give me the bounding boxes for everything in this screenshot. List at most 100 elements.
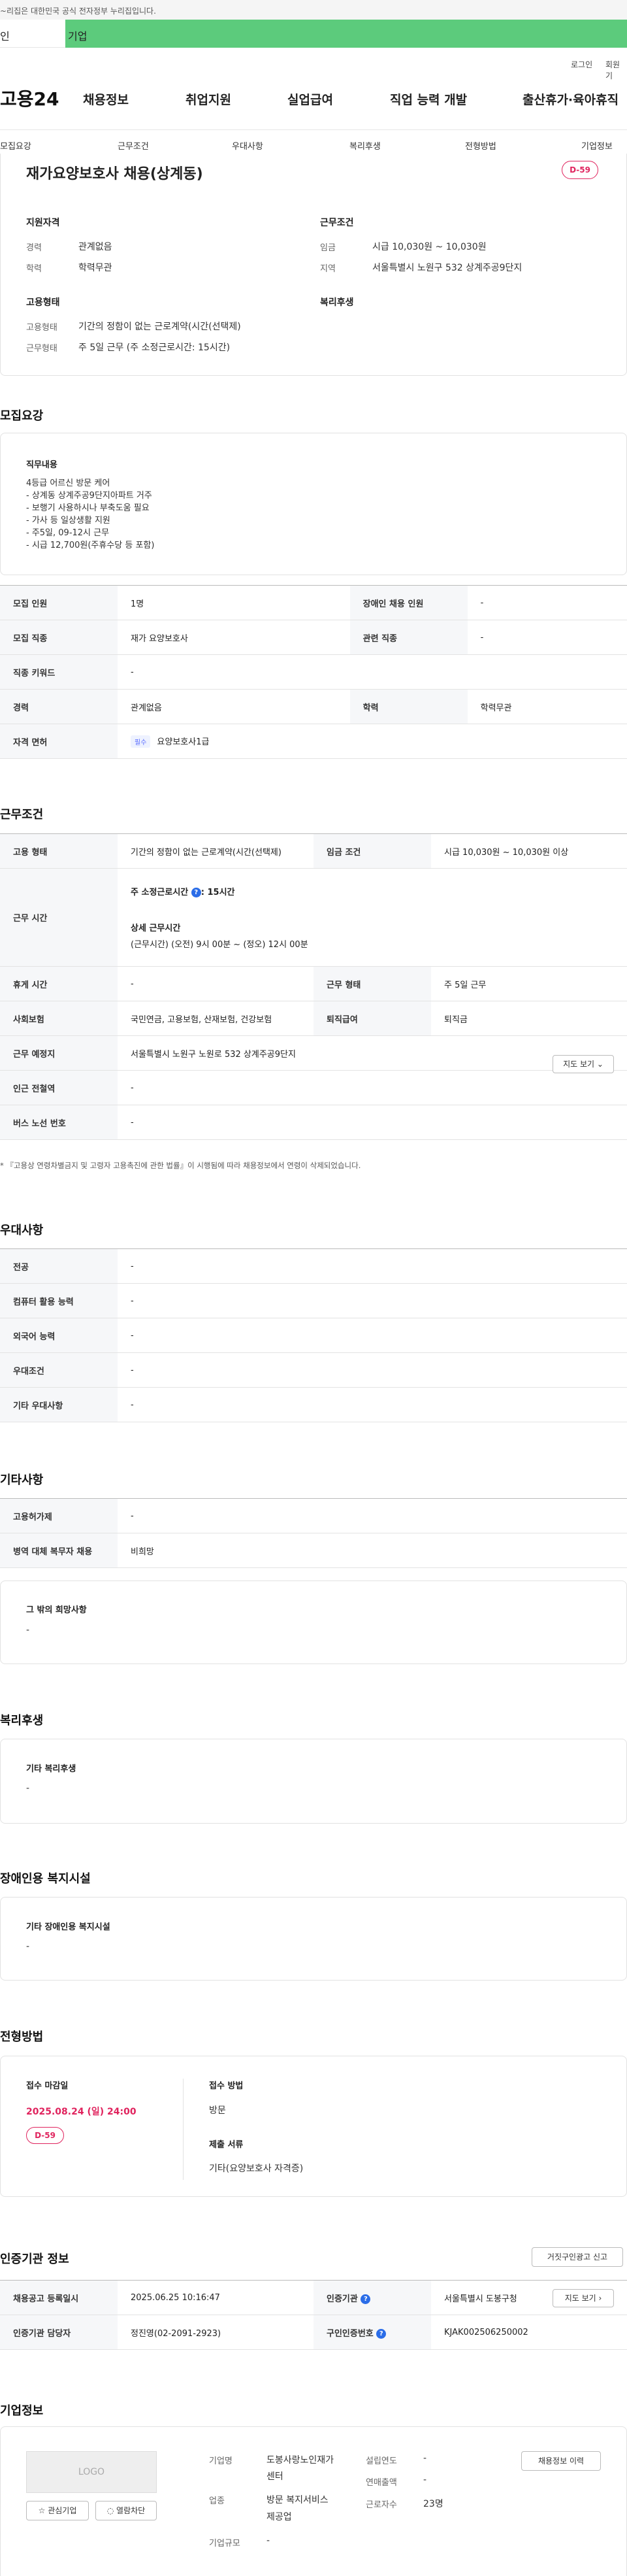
selection-card [0, 2056, 627, 2197]
cert-map-button[interactable]: 지도 보기 › [553, 2289, 614, 2307]
site-logo[interactable]: 고용24 [0, 85, 59, 111]
cell-value: 시급 10,030원 ~ 10,030원 이상 [431, 833, 627, 869]
snb-selection[interactable]: 전형방법 [465, 139, 496, 152]
emp-label: 고용형태 [26, 323, 57, 333]
cell-header: 자격 면허 [0, 724, 118, 759]
cell-header: 모집 직종 [0, 620, 118, 655]
cell-value: - [467, 585, 627, 620]
gnb-parental-leave[interactable]: 출산휴가·육아휴직 [522, 90, 619, 108]
block-view-button[interactable]: ◌ 열람차단 [95, 2501, 157, 2520]
deadline-dday-badge: D-59 [26, 2127, 64, 2144]
company-name-line2: 센터 [266, 2471, 283, 2482]
gnb-unemployment[interactable]: 실업급여 [287, 90, 333, 108]
login-link[interactable]: 로그인 [571, 59, 592, 70]
cell-value: - [118, 1387, 627, 1422]
age-notice: * 『고용상 연령차별금지 및 고령자 고용촉진에 관한 법률』이 시행됨에 따… [0, 1161, 361, 1170]
divider [183, 2079, 184, 2180]
table-row: 전공 - [0, 1248, 627, 1284]
job-history-button[interactable]: 채용정보 이력 [521, 2451, 601, 2471]
table-row: 인근 전철역 - [0, 1070, 627, 1105]
duty-lines: 4등급 어르신 방문 케어 - 상계동 상계주공9단지아파트 거주 - 보행기 … [26, 477, 154, 552]
table-row: 기타 우대사항 - [0, 1387, 627, 1422]
cell-header: 모집 인원 [0, 585, 118, 620]
gnb-jobs[interactable]: 채용정보 [83, 90, 129, 108]
disabled-box-title: 기타 장애인용 복지시설 [26, 1922, 110, 1932]
qual-title: 지원자격 [26, 218, 60, 228]
cell-value: - [118, 1105, 627, 1140]
util-bar: 로그인 회원기 [0, 48, 627, 80]
section-recruit-title: 모집요강 [0, 409, 44, 423]
career-value: 관계없음 [78, 242, 112, 252]
cell-header: 사회보험 [0, 1001, 118, 1036]
snb-welfare[interactable]: 복리후생 [349, 139, 381, 152]
welfare-box-value: - [26, 1783, 30, 1794]
company-name-line1: 도봉사랑노인재가 [266, 2455, 334, 2466]
cell-value: - [118, 966, 314, 1001]
employees-value: 23명 [423, 2499, 443, 2509]
table-row: 자격 면허 필수 요양보호사1급 [0, 724, 627, 759]
cell-value: 주 소정근로시간 ?: 15시간 상세 근무시간 (근무시간) (오전) 9시 … [118, 868, 627, 967]
table-row: 직종 키워드 - [0, 654, 627, 690]
required-pill: 필수 [131, 735, 151, 748]
disabled-box-value: - [26, 1941, 30, 1952]
info-icon[interactable]: ? [361, 2294, 371, 2304]
map-view-button[interactable]: 지도 보기 ⌄ [553, 1055, 614, 1073]
method-value: 방문 [209, 2105, 226, 2116]
cell-header: 전공 [0, 1248, 118, 1284]
cell-value: 퇴직금 [431, 1001, 627, 1036]
cell-value: - [118, 1498, 627, 1533]
snb-recruit[interactable]: 모집요강 [0, 139, 31, 152]
table-row: 고용 형태 기간의 정함이 없는 근로계약(시간(선택제) 임금 조건 시급 1… [0, 833, 627, 869]
cell-header: 휴게 시간 [0, 966, 118, 1001]
cell-header: 인근 전철역 [0, 1070, 118, 1105]
detail-hours-title: 상세 근무시간 [131, 924, 181, 933]
deadline-value: 2025.08.24 (일) 24:00 [26, 2107, 137, 2117]
welfare-box-title: 기타 복리후생 [26, 1764, 76, 1774]
cell-value: 주 5일 근무 [431, 966, 627, 1001]
gnb-employment-support[interactable]: 취업지원 [185, 90, 231, 108]
gnb-training[interactable]: 직업 능력 개발 [390, 90, 467, 108]
snb-company[interactable]: 기업정보 [581, 139, 613, 152]
duty-title: 직무내용 [26, 460, 57, 470]
est-value: - [423, 2453, 427, 2464]
cell-value: 관계없음 [118, 689, 350, 724]
cond-title: 근무조건 [320, 218, 354, 228]
favorite-company-button[interactable]: ☆ 관심기업 [26, 2501, 89, 2520]
wage-value: 시급 10,030원 ~ 10,030원 [372, 242, 487, 252]
table-row: 휴게 시간 - 근무 형태 주 5일 근무 [0, 966, 627, 1001]
other-wish-value: - [26, 1625, 30, 1635]
career-label: 경력 [26, 243, 42, 253]
cert-org-label: 인증기관 [327, 2294, 358, 2304]
snb-conditions[interactable]: 근무조건 [118, 139, 149, 152]
info-icon[interactable]: ? [191, 888, 201, 897]
cell-header: 경력 [0, 689, 118, 724]
company-name-label: 기업명 [209, 2456, 233, 2466]
table-row: 우대조건 - [0, 1352, 627, 1388]
table-row: 모집 인원 1명 장애인 채용 인원 - [0, 585, 627, 620]
tab-personal[interactable]: 인 [0, 20, 65, 48]
license-value: 요양보호사1급 [157, 737, 210, 747]
cell-value: 1명 [118, 585, 350, 620]
duty-line: - 시급 12,700원(주휴수당 등 포함) [26, 541, 155, 550]
global-nav: 고용24 채용정보 취업지원 실업급여 직업 능력 개발 출산휴가·육아휴직 [0, 77, 627, 129]
cell-value: - [118, 1248, 627, 1284]
emp-value: 기간의 정함이 없는 근로계약(시간(선택제) [78, 322, 241, 332]
info-icon[interactable]: ? [376, 2328, 387, 2339]
cell-value: 필수 요양보호사1급 [118, 724, 627, 759]
cell-header: 외국어 능력 [0, 1318, 118, 1353]
duty-line: - 가사 등 일상생활 지원 [26, 516, 110, 526]
table-row: 경력 관계없음 학력 학력무관 [0, 689, 627, 724]
sales-value: - [423, 2475, 427, 2485]
cell-value: - [118, 1070, 627, 1105]
employees-label: 근로자수 [366, 2500, 397, 2510]
tab-company[interactable]: 기업 [65, 20, 627, 48]
preference-table: 전공 - 컴퓨터 활용 능력 - 외국어 능력 - 우대조건 - 기타 우대사항 - [0, 1248, 627, 1422]
cell-header: 임금 조건 [314, 833, 431, 869]
sales-label: 연매출액 [366, 2478, 397, 2488]
snb-preference[interactable]: 우대사항 [232, 139, 263, 152]
cell-header: 기타 우대사항 [0, 1387, 118, 1422]
table-row: 근무 시간 주 소정근로시간 ?: 15시간 상세 근무시간 (근무시간) (오… [0, 868, 627, 967]
section-conditions-title: 근무조건 [0, 808, 44, 822]
report-false-ad-button[interactable]: 거짓구인광고 신고 [532, 2247, 623, 2267]
docs-value: 기타(요양보호사 자격증) [209, 2164, 304, 2174]
